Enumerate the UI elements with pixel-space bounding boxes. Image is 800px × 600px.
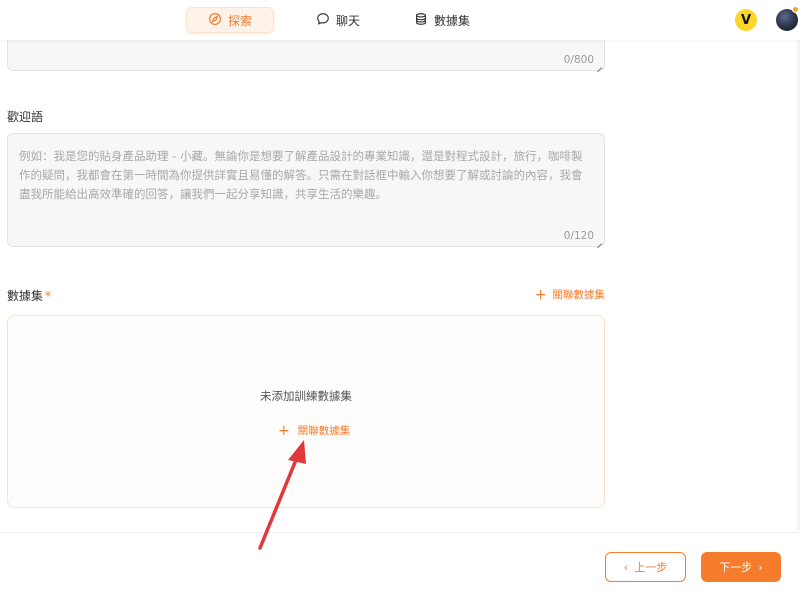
resize-grip-icon[interactable] bbox=[596, 62, 603, 69]
annotation-arrow-icon bbox=[258, 440, 306, 550]
welcome-textarea[interactable]: 例如：我是您的貼身產品助理 - 小藏。無論你是想要了解產品設計的專業知識，還是對… bbox=[7, 133, 605, 247]
chevron-left-icon: ‹ bbox=[623, 560, 629, 574]
compass-icon bbox=[208, 12, 222, 29]
tab-dataset[interactable]: 數據集 bbox=[400, 7, 484, 33]
previous-step-label: 上一步 bbox=[634, 561, 668, 574]
welcome-placeholder: 例如：我是您的貼身產品助理 - 小藏。無論你是想要了解產品設計的專業知識，還是對… bbox=[19, 149, 583, 201]
plus-icon: + bbox=[534, 286, 547, 303]
tab-dataset-label: 數據集 bbox=[434, 13, 471, 28]
tab-chat-label: 聊天 bbox=[336, 13, 361, 28]
next-step-label: 下一步 bbox=[719, 561, 753, 574]
chat-bubble-icon bbox=[316, 12, 330, 29]
dataset-empty-panel: 未添加訓練數據集 + 關聯數據集 bbox=[7, 315, 605, 508]
next-step-button[interactable]: 下一步 › bbox=[701, 552, 781, 582]
plus-icon: + bbox=[278, 422, 290, 439]
resize-grip-icon[interactable] bbox=[596, 238, 603, 245]
tab-explore-label: 探索 bbox=[227, 13, 252, 28]
dataset-label-text: 數據集 bbox=[7, 289, 44, 303]
dataset-label: 數據集 * bbox=[7, 287, 51, 304]
empty-associate-dataset-link[interactable]: + 關聯數據集 bbox=[278, 423, 350, 438]
welcome-label: 歡迎語 bbox=[7, 110, 44, 124]
vip-badge[interactable]: V bbox=[735, 9, 757, 31]
empty-state-text: 未添加訓練數據集 bbox=[260, 389, 352, 403]
previous-step-button[interactable]: ‹ 上一步 bbox=[605, 552, 686, 582]
associate-dataset-link[interactable]: + 關聯數據集 bbox=[535, 287, 605, 302]
chevron-right-icon: › bbox=[758, 560, 763, 574]
tab-chat[interactable]: 聊天 bbox=[302, 7, 374, 33]
footer-divider bbox=[0, 532, 800, 533]
tab-explore[interactable]: 探索 bbox=[186, 7, 274, 33]
empty-associate-dataset-label: 關聯數據集 bbox=[297, 425, 351, 437]
database-icon bbox=[414, 12, 428, 29]
description-counter: 0/800 bbox=[563, 54, 594, 66]
associate-dataset-label: 關聯數據集 bbox=[552, 289, 606, 301]
notification-dot bbox=[792, 6, 799, 13]
welcome-counter: 0/120 bbox=[563, 230, 594, 242]
required-mark: * bbox=[45, 289, 52, 303]
top-navigation-bar: 探索 聊天 數據集 V bbox=[0, 0, 800, 40]
